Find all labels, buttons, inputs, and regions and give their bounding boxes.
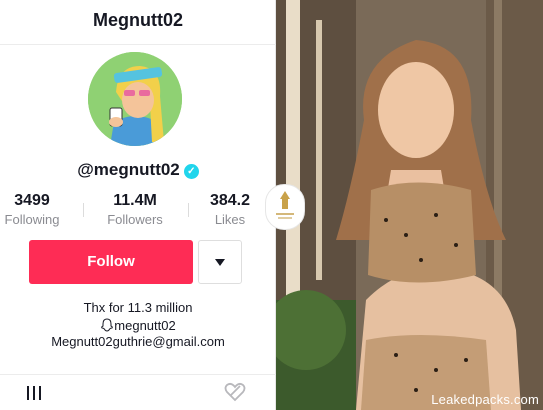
stat-likes[interactable]: 384.2 Likes: [203, 192, 257, 227]
stat-separator: [188, 203, 189, 217]
logo-badge-mark: [276, 191, 294, 219]
stat-likes-label: Likes: [214, 212, 246, 227]
stat-following[interactable]: 3499 Following: [3, 192, 61, 227]
stat-following-label: Following: [4, 212, 60, 227]
more-options-button[interactable]: [198, 240, 242, 284]
handle-row: @megnutt02 ✓: [0, 160, 276, 180]
bio-line-1: Thx for 11.3 million: [83, 300, 193, 315]
profile-panel: Megnutt02 @megnutt02 ✓ 3499 Following 11.…: [0, 0, 276, 410]
grid-icon[interactable]: [27, 386, 41, 400]
stat-followers-value: 11.4M: [113, 192, 157, 209]
stat-likes-value: 384.2: [209, 192, 251, 209]
stat-following-value: 3499: [14, 192, 50, 209]
follow-button[interactable]: Follow: [29, 240, 193, 284]
promo-photo: Leakedpacks.com: [276, 0, 543, 410]
avatar-illustration: [88, 52, 182, 146]
stat-followers[interactable]: 11.4M Followers: [103, 192, 167, 227]
snapchat-ghost-icon: [101, 318, 114, 332]
stat-separator: [83, 203, 84, 217]
verified-check-icon: ✓: [183, 164, 199, 179]
bio-snapchat-handle: megnutt02: [114, 318, 176, 333]
bio-line-2-row: megnutt02: [0, 318, 276, 333]
tabs-divider: [0, 374, 276, 375]
stat-followers-label: Followers: [107, 212, 163, 227]
title-divider: [0, 44, 276, 45]
profile-title: Megnutt02: [93, 10, 183, 30]
avatar[interactable]: [88, 52, 182, 146]
liked-heart-icon[interactable]: [224, 382, 246, 402]
profile-handle: @megnutt02: [77, 160, 180, 179]
bio-email[interactable]: Megnutt02guthrie@gmail.com: [0, 334, 276, 349]
footer-watermark: Leakedpacks.com: [431, 392, 539, 407]
woman-photo: [276, 0, 543, 410]
logo-badge-icon: [265, 184, 305, 230]
caret-down-icon: [215, 259, 225, 266]
